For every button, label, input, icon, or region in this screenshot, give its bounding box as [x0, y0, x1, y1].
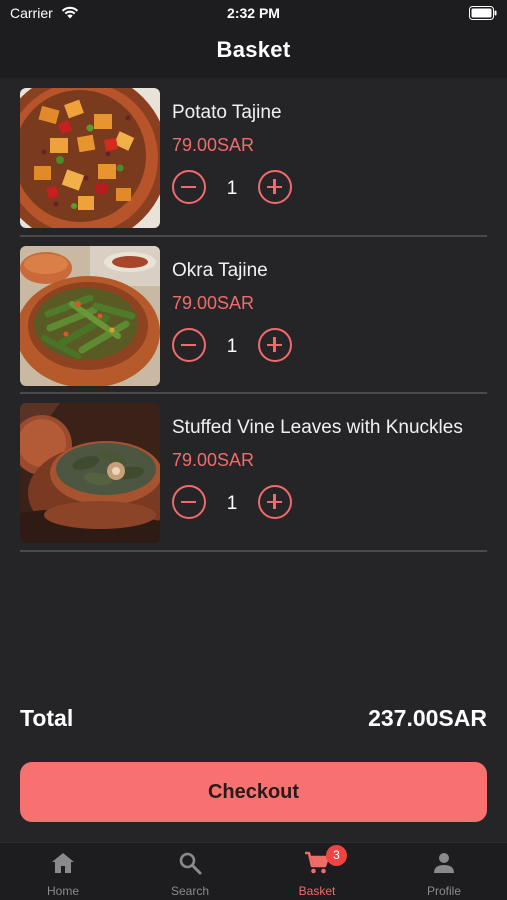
item-price: 79.00SAR — [172, 450, 255, 470]
increase-quantity-button[interactable] — [258, 328, 292, 362]
page-title: Basket — [216, 37, 291, 62]
divider — [20, 550, 487, 552]
tab-home[interactable]: Home — [0, 843, 126, 900]
increase-quantity-button[interactable] — [258, 485, 292, 519]
header: Carrier 2:32 PM Basket — [0, 0, 507, 78]
tab-label: Search — [170, 884, 210, 898]
okra-tajine-photo — [20, 246, 160, 386]
checkout-button[interactable]: Checkout — [20, 762, 487, 822]
decrease-quantity-button[interactable] — [172, 170, 206, 204]
quantity-value: 1 — [226, 178, 238, 199]
search-icon — [179, 852, 202, 875]
item-price: 79.00SAR — [172, 135, 255, 155]
home-icon — [52, 853, 74, 873]
basket-screen: Carrier 2:32 PM Basket Potato Tajine 79.… — [0, 0, 507, 900]
quantity-stepper: 1 — [172, 485, 302, 521]
minus-icon — [181, 185, 196, 188]
increase-quantity-button[interactable] — [258, 170, 292, 204]
minus-icon — [181, 343, 196, 346]
potato-tajine-photo — [20, 88, 160, 228]
quantity-value: 1 — [226, 336, 238, 357]
basket-item: Stuffed Vine Leaves with Knuckles 79.00S… — [20, 393, 487, 551]
decrease-quantity-button[interactable] — [172, 328, 206, 362]
status-bar: Carrier 2:32 PM — [0, 0, 507, 28]
total-label: Total — [20, 705, 74, 731]
quantity-value: 1 — [226, 493, 238, 514]
person-icon — [434, 853, 454, 873]
item-name: Okra Tajine — [172, 260, 268, 281]
total-value: 237.00SAR — [368, 705, 487, 731]
basket-item: Potato Tajine 79.00SAR 1 — [20, 78, 487, 236]
tab-bar: Home Search 3 Basket Profile — [0, 842, 507, 900]
decrease-quantity-button[interactable] — [172, 485, 206, 519]
tab-search[interactable]: Search — [127, 843, 253, 900]
battery-icon — [469, 6, 497, 20]
tab-profile[interactable]: Profile — [381, 843, 507, 900]
tab-label: Home — [46, 884, 79, 898]
quantity-stepper: 1 — [172, 170, 302, 206]
item-price: 79.00SAR — [172, 293, 255, 313]
status-time: 2:32 PM — [227, 5, 280, 21]
quantity-stepper: 1 — [172, 328, 302, 364]
tab-label: Profile — [426, 884, 461, 898]
tab-basket[interactable]: 3 Basket — [254, 843, 380, 900]
basket-item: Okra Tajine 79.00SAR 1 — [20, 236, 487, 394]
item-name: Stuffed Vine Leaves with Knuckles — [172, 417, 463, 438]
checkout-label: Checkout — [207, 780, 300, 803]
stuffed-vine-leaves-photo — [20, 403, 160, 543]
cart-count-badge: 3 — [326, 845, 347, 866]
minus-icon — [181, 500, 196, 503]
item-name: Potato Tajine — [172, 102, 282, 123]
tab-label: Basket — [298, 884, 336, 898]
